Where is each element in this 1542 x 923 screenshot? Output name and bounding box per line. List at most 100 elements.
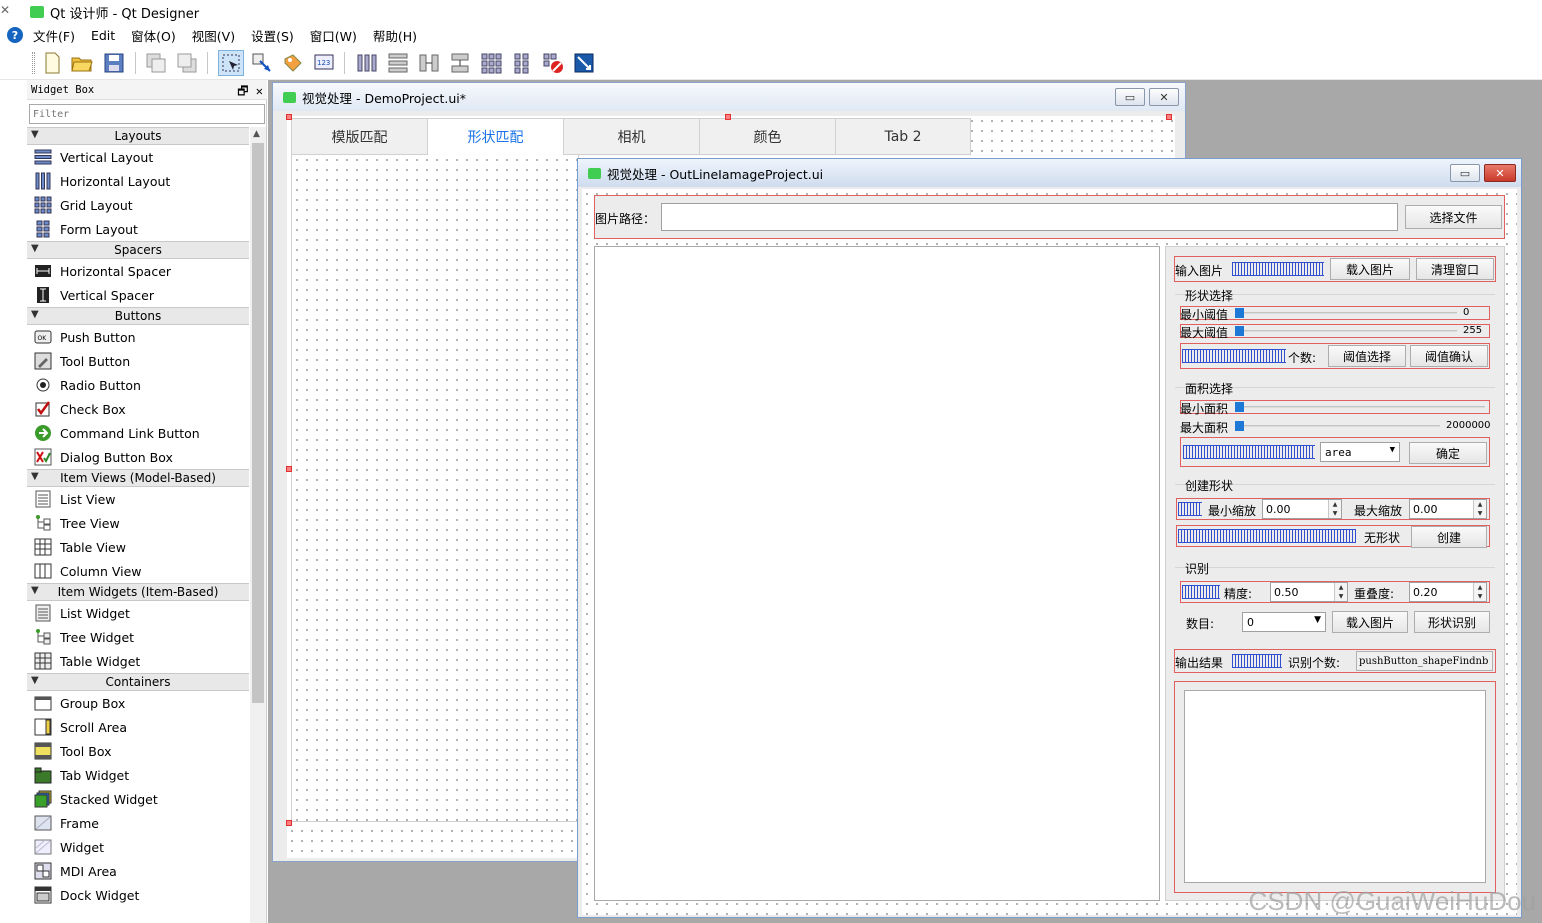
outline-window-title-bar[interactable]: 视觉处理 - OutLineIamageProject.ui: [578, 159, 1521, 187]
widget-list-item[interactable]: Group Box: [27, 691, 249, 715]
category-header[interactable]: ▼ Layouts: [27, 127, 249, 145]
selection-handle[interactable]: [286, 466, 292, 472]
widget-list-item[interactable]: List View: [27, 487, 249, 511]
outline-project-window[interactable]: 视觉处理 - OutLineIamageProject.ui ▭ ✕ 图片路径：…: [577, 158, 1522, 918]
tab-0[interactable]: 模版匹配: [291, 118, 427, 155]
chevron-down-icon[interactable]: ▼: [31, 471, 39, 482]
edit-signals-slots-icon[interactable]: [249, 50, 275, 76]
area-combo[interactable]: area ▼: [1320, 442, 1400, 462]
threshold-confirm-button[interactable]: 阈值确认: [1410, 345, 1488, 367]
selection-handle[interactable]: [725, 114, 731, 120]
threshold-select-button[interactable]: 阈值选择: [1328, 345, 1406, 367]
minimize-button[interactable]: ▭: [1115, 88, 1145, 106]
vertical-splitter-icon[interactable]: [447, 50, 473, 76]
edit-buddies-icon[interactable]: [280, 50, 306, 76]
adjust-size-icon[interactable]: [571, 50, 597, 76]
min-scale-spinbox[interactable]: 0.00 ▲ ▼: [1262, 499, 1342, 519]
min-area-knob[interactable]: [1235, 402, 1244, 412]
widget-list-item[interactable]: Table View: [27, 535, 249, 559]
widget-list-item[interactable]: Tool Button: [27, 349, 249, 373]
selection-handle[interactable]: [286, 820, 292, 826]
widget-list-item[interactable]: Command Link Button: [27, 421, 249, 445]
spin-arrows-icon[interactable]: ▲ ▼: [1473, 500, 1486, 518]
widget-list-item[interactable]: Scroll Area: [27, 715, 249, 739]
selection-handle[interactable]: [286, 114, 292, 120]
edit-tab-order-icon[interactable]: 123: [311, 50, 337, 76]
widget-list-item[interactable]: Dock Widget: [27, 883, 249, 907]
edit-widgets-icon[interactable]: [218, 50, 244, 76]
send-to-back-icon[interactable]: [143, 50, 169, 76]
widget-filter-input[interactable]: [29, 104, 265, 124]
max-area-slider[interactable]: [1235, 421, 1440, 431]
shape-find-number-button[interactable]: pushButton_shapeFindnb: [1356, 651, 1493, 671]
widget-list-item[interactable]: Vertical Spacer: [27, 283, 249, 307]
min-area-slider[interactable]: [1235, 402, 1485, 412]
precision-spinbox[interactable]: 0.50 ▲ ▼: [1270, 582, 1348, 602]
recognize-count-combo[interactable]: 0 ▼: [1242, 612, 1326, 632]
chevron-down-icon[interactable]: ▼: [31, 675, 39, 686]
close-button[interactable]: ✕: [1149, 88, 1179, 106]
path-input[interactable]: [661, 203, 1398, 231]
output-text-area[interactable]: [1184, 690, 1486, 883]
recognize-load-image-button[interactable]: 载入图片: [1332, 611, 1408, 633]
widget-list-item[interactable]: OK Push Button: [27, 325, 249, 349]
bring-to-front-icon[interactable]: [174, 50, 200, 76]
menu-form[interactable]: 窗体(O): [131, 26, 176, 45]
widget-list-item[interactable]: Horizontal Layout: [27, 169, 249, 193]
widget-list-item[interactable]: List Widget: [27, 601, 249, 625]
menu-edit[interactable]: Edit: [91, 28, 115, 43]
min-threshold-slider[interactable]: [1235, 308, 1457, 318]
spin-arrows-icon[interactable]: ▲ ▼: [1328, 500, 1341, 518]
selection-handle[interactable]: [1166, 114, 1172, 120]
load-image-button[interactable]: 载入图片: [1330, 258, 1410, 280]
scroll-up-icon[interactable]: ▲: [253, 129, 260, 139]
menu-help[interactable]: 帮助(H): [373, 26, 417, 45]
widget-list-item[interactable]: Column View: [27, 559, 249, 583]
grid-layout-toolbar-icon[interactable]: [478, 50, 504, 76]
select-file-button[interactable]: 选择文件: [1405, 205, 1502, 229]
lay-out-vertically-icon[interactable]: [385, 50, 411, 76]
category-header[interactable]: ▼ Item Views (Model-Based): [27, 469, 249, 487]
widget-list-item[interactable]: Frame: [27, 811, 249, 835]
widget-list-item[interactable]: Table Widget: [27, 649, 249, 673]
widget-list-item[interactable]: MDI Area: [27, 859, 249, 883]
shape-recognize-button[interactable]: 形状识别: [1414, 611, 1490, 633]
max-area-knob[interactable]: [1235, 421, 1244, 431]
toolbar-grip[interactable]: [32, 52, 35, 74]
overlap-spinbox[interactable]: 0.20 ▲ ▼: [1409, 582, 1487, 602]
tab-1[interactable]: 形状匹配: [427, 118, 563, 155]
area-confirm-button[interactable]: 确定: [1409, 442, 1487, 464]
lay-out-horizontally-icon[interactable]: [354, 50, 380, 76]
save-icon[interactable]: [101, 50, 127, 76]
spin-arrows-icon[interactable]: ▲ ▼: [1473, 583, 1486, 601]
category-header[interactable]: ▼ Item Widgets (Item-Based): [27, 583, 249, 601]
widget-box-scrollbar[interactable]: ▲: [250, 127, 266, 923]
clear-window-button[interactable]: 清理窗口: [1416, 258, 1494, 280]
menu-view[interactable]: 视图(V): [192, 26, 235, 45]
widget-list-item[interactable]: Vertical Layout: [27, 145, 249, 169]
minimize-button[interactable]: ▭: [1450, 164, 1480, 182]
widget-list-item[interactable]: Tree Widget: [27, 625, 249, 649]
break-layout-icon[interactable]: [540, 50, 566, 76]
widget-list-item[interactable]: Tree View: [27, 511, 249, 535]
max-threshold-knob[interactable]: [1235, 326, 1244, 336]
widget-list-item[interactable]: Tab Widget: [27, 763, 249, 787]
widget-list-item[interactable]: Widget: [27, 835, 249, 859]
chevron-down-icon[interactable]: ▼: [31, 129, 39, 140]
tab-4[interactable]: Tab 2: [835, 118, 971, 155]
tab-3[interactable]: 颜色: [699, 118, 835, 155]
min-threshold-knob[interactable]: [1235, 308, 1244, 318]
widget-list-item[interactable]: Stacked Widget: [27, 787, 249, 811]
widget-list-item[interactable]: Dialog Button Box: [27, 445, 249, 469]
widget-list-item[interactable]: Horizontal Spacer: [27, 259, 249, 283]
chevron-down-icon[interactable]: ▼: [31, 585, 39, 596]
help-icon[interactable]: ?: [7, 27, 23, 43]
close-button[interactable]: ✕: [1484, 164, 1516, 182]
widget-list-item[interactable]: Radio Button: [27, 373, 249, 397]
menu-settings[interactable]: 设置(S): [251, 26, 294, 45]
spin-arrows-icon[interactable]: ▲ ▼: [1334, 583, 1347, 601]
form-layout-toolbar-icon[interactable]: [509, 50, 535, 76]
chevron-down-icon[interactable]: ▼: [31, 243, 39, 254]
widget-list-item[interactable]: Tool Box: [27, 739, 249, 763]
chevron-down-icon[interactable]: ▼: [31, 309, 39, 320]
